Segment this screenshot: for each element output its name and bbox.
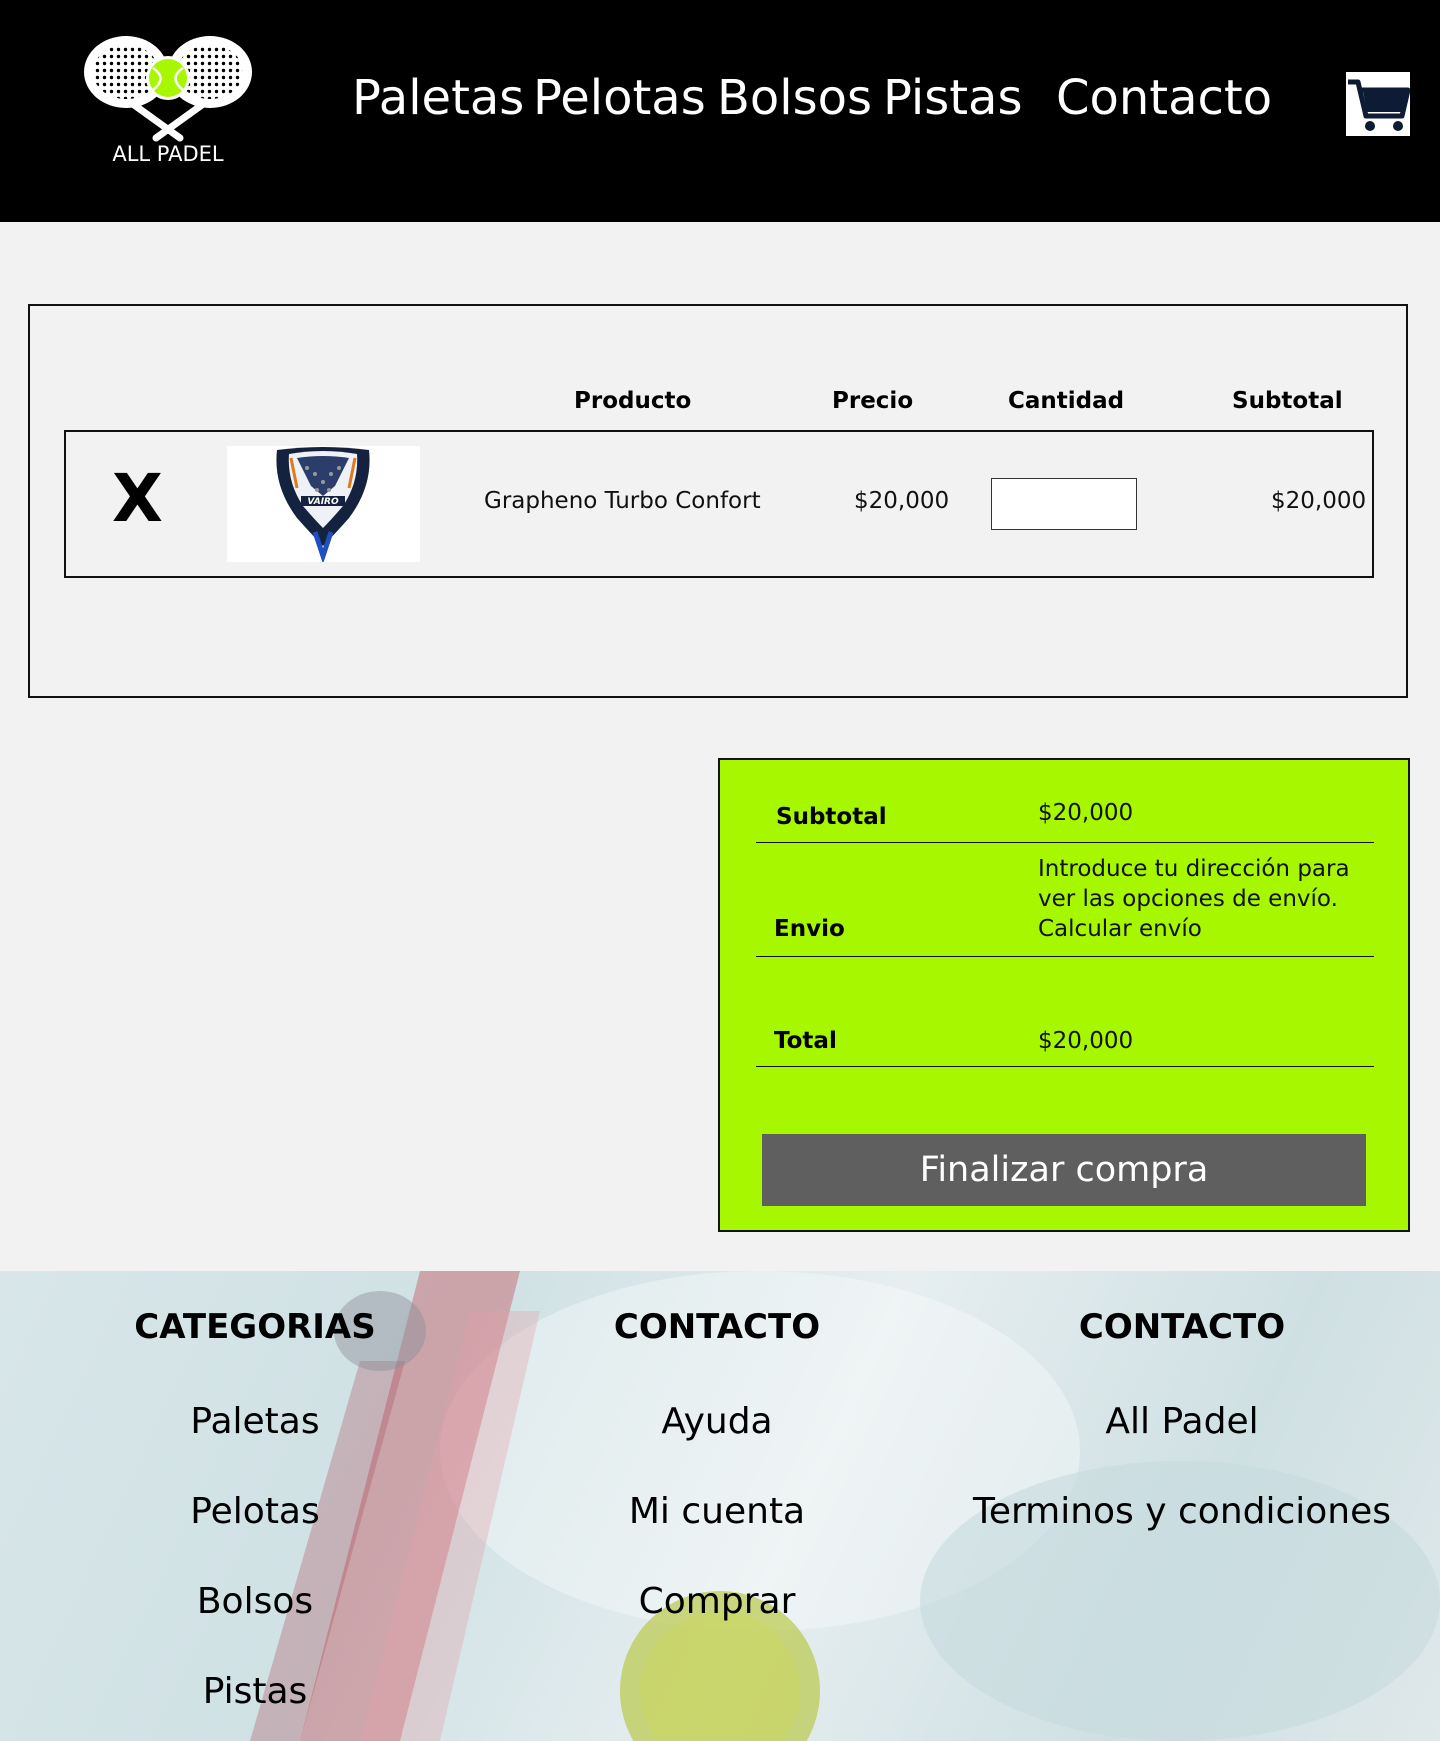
header-producto: Producto [574,388,692,414]
shipping-label: Envio [774,916,845,942]
footer-col-contacto: CONTACTO Ayuda Mi cuenta Comprar [497,1307,937,1627]
footer-link-comprar[interactable]: Comprar [497,1577,937,1627]
site-header: ALL PADEL Paletas Pelotas Bolsos Pistas … [0,0,1440,222]
footer-heading: CONTACTO [1078,1307,1286,1347]
product-image[interactable]: VAIRO [227,446,420,564]
checkout-button[interactable]: Finalizar compra [762,1134,1366,1206]
nav-bolsos[interactable]: Bolsos [717,70,872,126]
footer-link-mi-cuenta[interactable]: Mi cuenta [497,1487,937,1537]
footer-link-pistas[interactable]: Pistas [35,1667,475,1717]
padel-racket-image: VAIRO [227,446,420,564]
cart-item-row: X VAIRO Grapheno Turbo Confort $20,000 $… [64,430,1374,578]
nav-contacto[interactable]: Contacto [1056,70,1272,126]
cart-button[interactable] [1346,72,1411,136]
remove-item-button[interactable]: X [112,466,163,532]
calculate-shipping-link[interactable]: Calcular envío [1038,914,1202,944]
cart-table: Producto Precio Cantidad Subtotal X VAIR… [28,304,1408,698]
nav-pelotas[interactable]: Pelotas [533,70,706,126]
divider [756,842,1374,843]
quantity-input[interactable] [991,478,1137,530]
footer-col-contacto-2: CONTACTO All Padel Terminos y condicione… [962,1307,1402,1537]
footer-heading: CATEGORIAS [134,1307,376,1347]
product-price: $20,000 [854,488,950,514]
racket-brand-text: VAIRO [307,497,339,507]
total-value: $20,000 [1038,1028,1134,1054]
logo[interactable]: ALL PADEL [80,32,256,172]
footer-link-terminos[interactable]: Terminos y condiciones [962,1487,1402,1537]
divider [756,956,1374,957]
footer-link-paletas[interactable]: Paletas [35,1397,475,1447]
footer-link-ayuda[interactable]: Ayuda [497,1397,937,1447]
header-precio: Precio [832,388,914,414]
total-label: Total [774,1028,837,1054]
footer-col-categorias: CATEGORIAS Paletas Pelotas Bolsos Pistas [35,1307,475,1717]
header-subtotal: Subtotal [1232,388,1343,414]
logo-text: ALL PADEL [112,142,224,166]
shopping-cart-icon [1346,72,1411,136]
site-footer: CATEGORIAS Paletas Pelotas Bolsos Pistas… [0,1271,1440,1741]
footer-link-pelotas[interactable]: Pelotas [35,1487,475,1537]
subtotal-label: Subtotal [776,804,887,830]
shipping-text-2: ver las opciones de envío. [1038,886,1338,912]
padel-rackets-ball-icon [84,36,252,142]
product-subtotal: $20,000 [1271,488,1367,514]
shipping-text-1: Introduce tu dirección para [1038,856,1350,882]
footer-link-all-padel[interactable]: All Padel [962,1397,1402,1447]
header-cantidad: Cantidad [1008,388,1125,414]
footer-link-bolsos[interactable]: Bolsos [35,1577,475,1627]
nav-paletas[interactable]: Paletas [352,70,524,126]
product-name[interactable]: Grapheno Turbo Confort [484,488,761,514]
subtotal-value: $20,000 [1038,800,1134,826]
footer-heading: CONTACTO [613,1307,821,1347]
divider [756,1066,1374,1067]
cart-totals: Subtotal $20,000 Envio Introduce tu dire… [718,758,1410,1232]
nav-pistas[interactable]: Pistas [883,70,1022,126]
